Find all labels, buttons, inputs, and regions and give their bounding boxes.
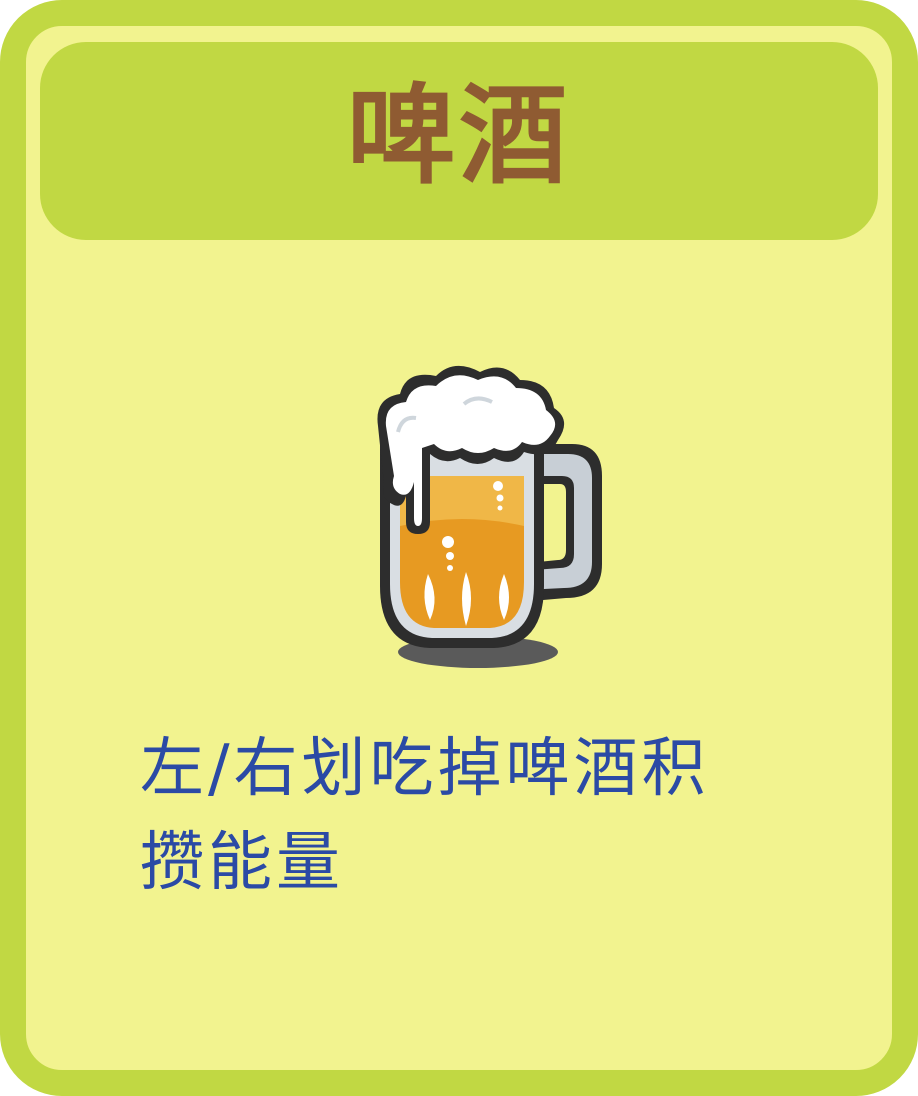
description-line-1: 左/右划吃掉啤酒积 <box>140 732 710 806</box>
beer-mug-icon <box>344 336 604 676</box>
description-line-2: 攒能量 <box>140 826 344 900</box>
item-description: 左/右划吃掉啤酒积 攒能量 <box>140 722 840 910</box>
card-header: 啤酒 <box>40 42 878 240</box>
item-card: 啤酒 左/右划吃掉啤酒积 攒能量 <box>0 0 918 1096</box>
item-title: 啤酒 <box>346 74 571 199</box>
